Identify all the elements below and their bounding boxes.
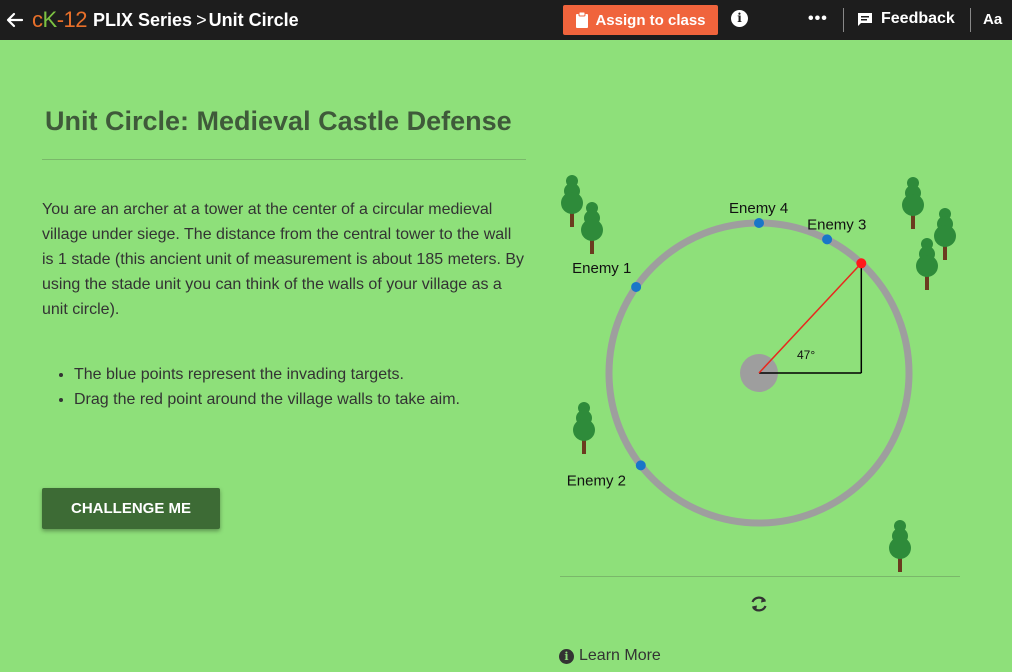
info-icon[interactable]: i	[731, 10, 748, 27]
title-divider	[42, 159, 526, 160]
top-bar: cK-12 PLIX Series > Unit Circle Assign to …	[0, 0, 1012, 40]
enemy-label: Enemy 2	[567, 472, 626, 489]
ck12-logo[interactable]: cK-12	[32, 7, 87, 33]
feedback-button[interactable]: Feedback	[857, 10, 955, 28]
challenge-me-button[interactable]: CHALLENGE ME	[42, 488, 220, 529]
info-icon: i	[559, 648, 574, 664]
breadcrumb-page: Unit Circle	[208, 10, 299, 30]
instruction-list: The blue points represent the invading t…	[74, 362, 534, 412]
breadcrumb: PLIX Series > Unit Circle	[93, 10, 299, 31]
tree-icon	[902, 177, 924, 229]
enemy-point	[754, 218, 764, 228]
tree-icon	[561, 175, 583, 227]
enemy-point	[822, 234, 833, 245]
tree-icon	[916, 238, 938, 290]
more-options-button[interactable]: •••	[808, 10, 828, 28]
tree-icon	[889, 520, 911, 572]
assign-to-class-button[interactable]: Assign to class	[563, 5, 718, 35]
enemy-point	[635, 460, 646, 471]
breadcrumb-separator: >	[196, 10, 207, 30]
tree-icon	[934, 208, 956, 260]
assign-label: Assign to class	[595, 11, 706, 29]
learn-more-label: Learn More	[579, 647, 661, 664]
refresh-icon[interactable]	[748, 593, 770, 615]
tree-icon	[573, 402, 595, 454]
enemy-label: Enemy 3	[807, 216, 866, 233]
breadcrumb-series[interactable]: PLIX Series	[93, 10, 192, 30]
divider	[843, 8, 844, 32]
angle-label: 47°	[797, 348, 815, 362]
learn-more-link[interactable]: i Learn More	[559, 647, 661, 665]
description: You are an archer at a tower at the cent…	[42, 201, 525, 318]
font-size-button[interactable]: Aa	[983, 11, 1002, 28]
instruction-item: Drag the red point around the village wa…	[74, 387, 534, 412]
divider	[970, 8, 971, 32]
clipboard-icon	[576, 12, 589, 28]
feedback-label: Feedback	[881, 10, 955, 27]
diagram-divider	[560, 576, 960, 577]
back-arrow-icon[interactable]	[4, 9, 26, 31]
enemy-point	[631, 281, 642, 292]
tree-icon	[581, 202, 603, 254]
aim-point[interactable]	[856, 258, 867, 269]
unit-circle-diagram: 47° Enemy 1 Enemy 2 Enemy 3 Enemy 4	[561, 175, 956, 572]
enemy-label: Enemy 1	[572, 260, 631, 277]
instruction-item: The blue points represent the invading t…	[74, 362, 534, 387]
enemy-label: Enemy 4	[729, 200, 788, 217]
feedback-icon	[858, 12, 872, 26]
page-title: Unit Circle: Medieval Castle Defense	[45, 106, 512, 136]
